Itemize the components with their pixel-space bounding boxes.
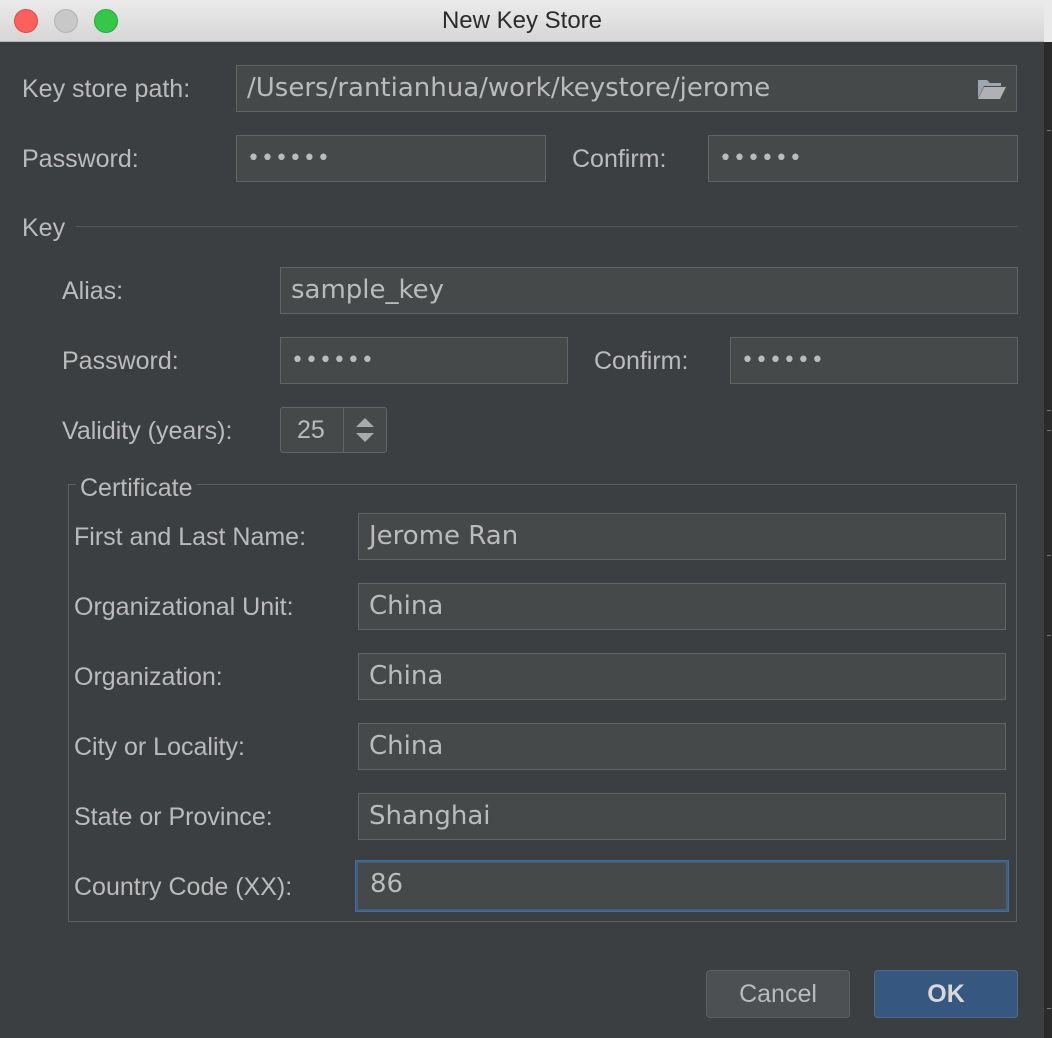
key-confirm-label: Confirm: <box>594 347 689 375</box>
keystore-path-label: Key store path: <box>22 75 191 103</box>
folder-open-icon[interactable] <box>977 78 1007 100</box>
city-locality-label: City or Locality: <box>74 733 245 761</box>
certificate-section-title: Certificate <box>76 473 197 503</box>
keystore-password-label: Password: <box>22 145 139 173</box>
edge-divider <box>1047 555 1051 556</box>
alias-field[interactable]: sample_key <box>280 267 1018 314</box>
window-title: New Key Store <box>441 7 603 34</box>
key-section-separator <box>76 226 1018 227</box>
validity-spinner[interactable]: 25 <box>280 407 387 453</box>
organizational-unit-field[interactable]: China <box>358 583 1006 630</box>
organizational-unit-label: Organizational Unit: <box>74 593 294 621</box>
cancel-button[interactable]: Cancel <box>706 970 850 1018</box>
validity-label: Validity (years): <box>62 417 233 445</box>
key-password-field[interactable]: •••••• <box>280 337 568 384</box>
edge-divider <box>1047 410 1051 411</box>
state-province-label: State or Province: <box>74 803 273 831</box>
edge-divider <box>1047 430 1051 431</box>
keystore-confirm-label: Confirm: <box>572 145 667 173</box>
new-key-store-dialog: New Key Store Key store path: /Users/ran… <box>0 0 1052 1038</box>
keystore-path-field[interactable]: /Users/rantianhua/work/keystore/jerome <box>236 65 1017 112</box>
validity-value[interactable]: 25 <box>297 408 325 452</box>
country-code-label: Country Code (XX): <box>74 873 293 901</box>
organization-label: Organization: <box>74 663 223 691</box>
keystore-password-field[interactable]: •••••• <box>236 135 546 182</box>
background-window-edge <box>1044 0 1052 1038</box>
first-last-name-label: First and Last Name: <box>74 523 307 551</box>
first-last-name-field[interactable]: Jerome Ran <box>358 513 1006 560</box>
key-section-title: Key <box>22 214 66 242</box>
organization-field[interactable]: China <box>358 653 1006 700</box>
spinner-divider <box>343 408 344 452</box>
state-province-field[interactable]: Shanghai <box>358 793 1006 840</box>
edge-divider <box>1047 130 1051 131</box>
spinner-arrows-icon[interactable] <box>347 414 383 446</box>
key-password-label: Password: <box>62 347 179 375</box>
edge-divider <box>1047 1008 1051 1009</box>
title-bar: New Key Store <box>0 0 1052 42</box>
edge-divider <box>1047 635 1051 636</box>
city-locality-field[interactable]: China <box>358 723 1006 770</box>
keystore-confirm-field[interactable]: •••••• <box>708 135 1018 182</box>
alias-label: Alias: <box>62 277 124 305</box>
country-code-field[interactable]: 86 <box>356 861 1008 911</box>
key-confirm-field[interactable]: •••••• <box>730 337 1018 384</box>
ok-button[interactable]: OK <box>874 970 1018 1018</box>
